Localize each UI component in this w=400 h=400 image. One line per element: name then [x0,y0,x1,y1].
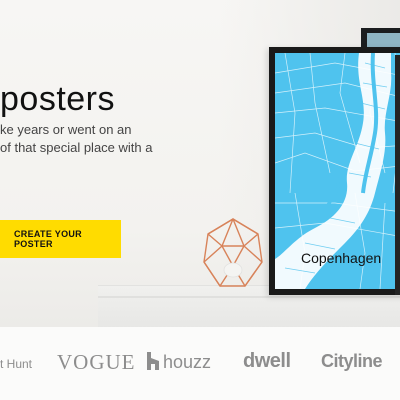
logo-houzz-text: houzz [163,352,212,372]
logo-vogue: VOGUE [57,350,136,374]
logo-dwell: dwell [243,350,291,372]
houzz-icon [147,352,159,370]
logo-cityline: Cityline [321,351,383,371]
hero-title: posters [0,80,115,118]
hero-section: posters ke years or went on an of that s… [0,0,400,327]
geometric-lantern-decor [203,218,263,287]
logo-houzz: houzz [147,352,211,373]
poster-frame-edge [395,55,400,295]
hero-subtitle: ke years or went on an of that special p… [0,122,153,155]
create-poster-button[interactable]: CREATE YOUR POSTER [0,220,121,258]
poster-city-label: Copenhagen [301,250,382,266]
logo-product-hunt: t Hunt [0,357,33,371]
shelf-edge [98,296,400,298]
